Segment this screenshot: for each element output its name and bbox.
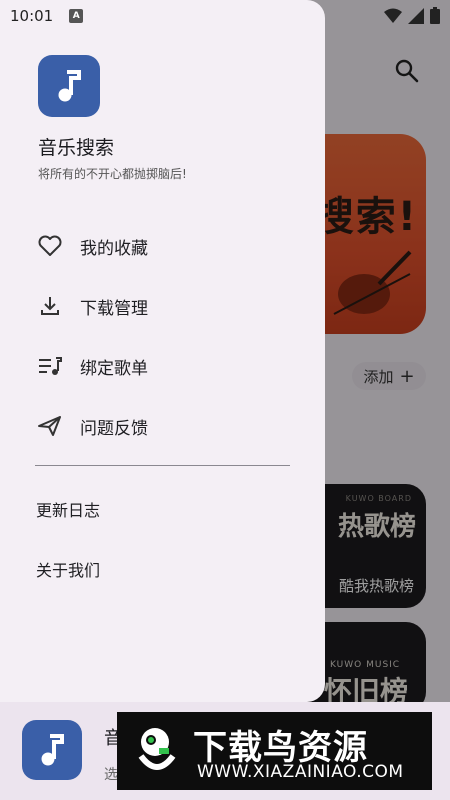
menu-item-label: 绑定歌单 bbox=[80, 358, 148, 379]
download-icon bbox=[36, 292, 64, 320]
menu-item-label: 问题反馈 bbox=[80, 418, 148, 439]
playlist-icon bbox=[36, 352, 64, 380]
app-subtitle: 将所有的不开心都抛掷脑后! bbox=[38, 167, 187, 181]
menu-item-label: 下载管理 bbox=[80, 298, 148, 319]
player-subtitle: 选 bbox=[104, 767, 118, 783]
menu-item-label: 我的收藏 bbox=[80, 238, 148, 259]
app-title: 音乐搜索 bbox=[38, 137, 115, 159]
drawer-divider bbox=[35, 465, 290, 466]
battery-icon bbox=[430, 7, 440, 24]
bird-logo-icon bbox=[138, 728, 176, 770]
heart-icon bbox=[36, 232, 64, 260]
watermark-url: WWW.XIAZAINIAO.COM bbox=[197, 762, 404, 782]
send-icon bbox=[36, 412, 64, 440]
app-music-note-icon bbox=[38, 55, 100, 117]
navigation-drawer: 音乐搜索 将所有的不开心都抛掷脑后! 我的收藏 下载管理 绑定歌单 问题反馈 更… bbox=[0, 0, 325, 702]
status-icons bbox=[384, 7, 440, 24]
menu-item-favorites[interactable]: 我的收藏 bbox=[36, 226, 296, 266]
menu-item-downloads[interactable]: 下载管理 bbox=[36, 286, 296, 326]
player-music-note-icon bbox=[22, 720, 82, 780]
notification-icon: A bbox=[69, 9, 84, 23]
menu-item-bind-playlist[interactable]: 绑定歌单 bbox=[36, 346, 296, 386]
wifi-icon bbox=[384, 8, 402, 23]
status-time: 10:01 bbox=[10, 7, 54, 25]
changelog-link[interactable]: 更新日志 bbox=[36, 497, 100, 521]
status-bar: 10:01 A bbox=[0, 0, 450, 32]
watermark: 下载鸟资源 WWW.XIAZAINIAO.COM bbox=[117, 712, 432, 790]
about-us-link[interactable]: 关于我们 bbox=[36, 557, 100, 581]
menu-item-feedback[interactable]: 问题反馈 bbox=[36, 406, 296, 446]
signal-icon bbox=[408, 7, 424, 24]
